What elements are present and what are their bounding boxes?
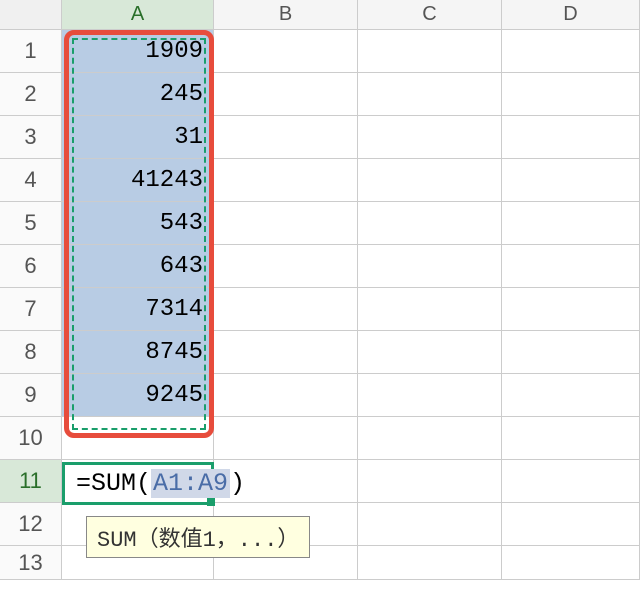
formula-reference: A1:A9 <box>151 469 230 498</box>
cell-d11[interactable] <box>502 460 640 503</box>
row-8: 8 8745 <box>0 331 640 374</box>
cell-c13[interactable] <box>358 546 502 580</box>
function-tooltip: SUM（数值1，...） <box>86 516 310 558</box>
row-3: 3 31 <box>0 116 640 159</box>
cell-b10[interactable] <box>214 417 358 460</box>
cell-b2[interactable] <box>214 73 358 116</box>
cell-c5[interactable] <box>358 202 502 245</box>
cell-d7[interactable] <box>502 288 640 331</box>
select-all-corner[interactable] <box>0 0 62 30</box>
cell-d2[interactable] <box>502 73 640 116</box>
cell-b3[interactable] <box>214 116 358 159</box>
row-9: 9 9245 <box>0 374 640 417</box>
formula-suffix: ) <box>230 469 245 498</box>
cell-a5[interactable]: 543 <box>62 202 214 245</box>
cell-a8[interactable]: 8745 <box>62 331 214 374</box>
row-2: 2 245 <box>0 73 640 116</box>
row-6: 6 643 <box>0 245 640 288</box>
cell-a10[interactable] <box>62 417 214 460</box>
row-header-1[interactable]: 1 <box>0 30 62 73</box>
row-header-2[interactable]: 2 <box>0 73 62 116</box>
cell-c10[interactable] <box>358 417 502 460</box>
row-10: 10 <box>0 417 640 460</box>
column-headers-row: A B C D <box>0 0 640 30</box>
cell-c7[interactable] <box>358 288 502 331</box>
cell-d3[interactable] <box>502 116 640 159</box>
cell-b1[interactable] <box>214 30 358 73</box>
column-header-a[interactable]: A <box>62 0 214 30</box>
row-header-7[interactable]: 7 <box>0 288 62 331</box>
row-header-5[interactable]: 5 <box>0 202 62 245</box>
spreadsheet: A B C D 1 1909 2 245 3 31 4 41243 5 543 <box>0 0 640 596</box>
cell-d4[interactable] <box>502 159 640 202</box>
row-header-10[interactable]: 10 <box>0 417 62 460</box>
row-7: 7 7314 <box>0 288 640 331</box>
cell-d8[interactable] <box>502 331 640 374</box>
cell-c12[interactable] <box>358 503 502 546</box>
cell-b6[interactable] <box>214 245 358 288</box>
formula-input[interactable]: =SUM(A1:A9) <box>76 469 245 498</box>
row-header-6[interactable]: 6 <box>0 245 62 288</box>
cell-a2[interactable]: 245 <box>62 73 214 116</box>
row-header-11[interactable]: 11 <box>0 460 62 503</box>
cell-c8[interactable] <box>358 331 502 374</box>
cell-d6[interactable] <box>502 245 640 288</box>
cell-c11[interactable] <box>358 460 502 503</box>
column-header-d[interactable]: D <box>502 0 640 30</box>
cell-d5[interactable] <box>502 202 640 245</box>
row-5: 5 543 <box>0 202 640 245</box>
cell-c9[interactable] <box>358 374 502 417</box>
cell-c2[interactable] <box>358 73 502 116</box>
row-header-9[interactable]: 9 <box>0 374 62 417</box>
cell-a9[interactable]: 9245 <box>62 374 214 417</box>
cell-b4[interactable] <box>214 159 358 202</box>
cell-d13[interactable] <box>502 546 640 580</box>
cell-c3[interactable] <box>358 116 502 159</box>
cell-d10[interactable] <box>502 417 640 460</box>
row-header-8[interactable]: 8 <box>0 331 62 374</box>
column-header-b[interactable]: B <box>214 0 358 30</box>
row-header-4[interactable]: 4 <box>0 159 62 202</box>
cell-a7[interactable]: 7314 <box>62 288 214 331</box>
cell-b9[interactable] <box>214 374 358 417</box>
cell-d1[interactable] <box>502 30 640 73</box>
cell-d9[interactable] <box>502 374 640 417</box>
cell-d12[interactable] <box>502 503 640 546</box>
cell-b8[interactable] <box>214 331 358 374</box>
cell-b7[interactable] <box>214 288 358 331</box>
cell-c4[interactable] <box>358 159 502 202</box>
cell-a6[interactable]: 643 <box>62 245 214 288</box>
cell-a1[interactable]: 1909 <box>62 30 214 73</box>
formula-prefix: =SUM( <box>76 469 151 498</box>
cell-c6[interactable] <box>358 245 502 288</box>
row-4: 4 41243 <box>0 159 640 202</box>
row-header-12[interactable]: 12 <box>0 503 62 546</box>
cell-c1[interactable] <box>358 30 502 73</box>
row-header-13[interactable]: 13 <box>0 546 62 580</box>
cell-a3[interactable]: 31 <box>62 116 214 159</box>
row-1: 1 1909 <box>0 30 640 73</box>
column-header-c[interactable]: C <box>358 0 502 30</box>
cell-a4[interactable]: 41243 <box>62 159 214 202</box>
row-header-3[interactable]: 3 <box>0 116 62 159</box>
cell-b5[interactable] <box>214 202 358 245</box>
